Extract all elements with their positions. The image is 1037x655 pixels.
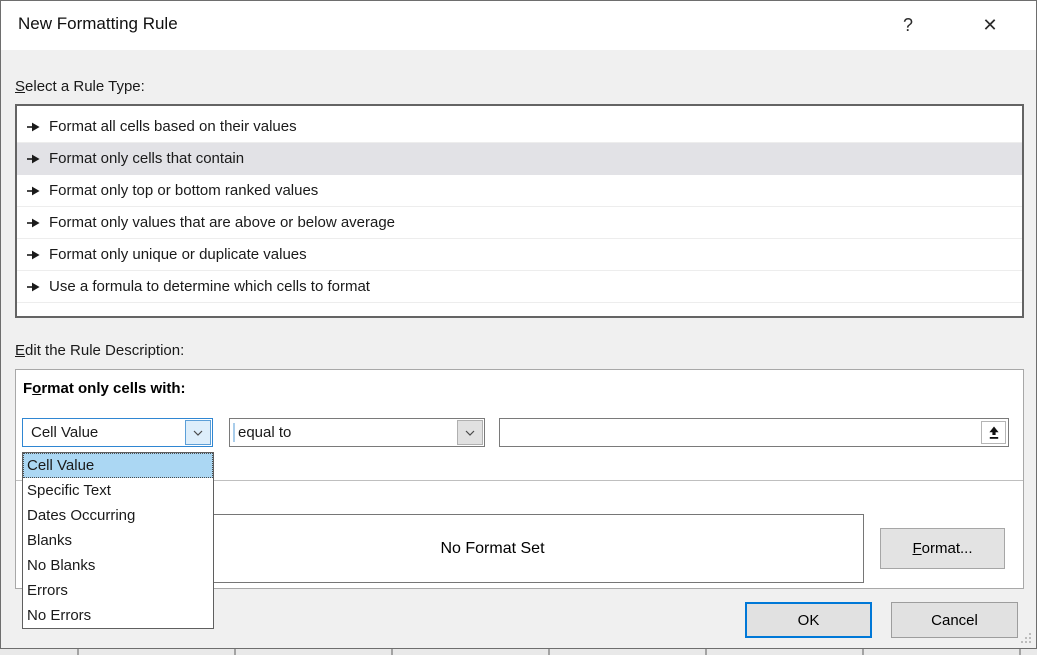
rule-type-label: Format only top or bottom ranked values [49,182,318,199]
dropdown-option[interactable]: Errors [23,578,213,603]
rule-type-item[interactable]: Format only values that are above or bel… [17,207,1022,239]
arrow-right-icon [27,122,41,132]
cancel-button[interactable]: Cancel [891,602,1018,638]
rule-type-label: Use a formula to determine which cells t… [49,278,370,295]
rule-type-list: Format all cells based on their values F… [15,104,1024,318]
rule-type-item[interactable]: Use a formula to determine which cells t… [17,271,1022,303]
worksheet-edge [0,649,1037,655]
arrow-right-icon [27,250,41,260]
rule-type-item[interactable]: Format only top or bottom ranked values [17,175,1022,207]
arrow-right-icon [27,186,41,196]
dropdown-option-selected[interactable]: Cell Value [23,453,213,478]
resize-grip[interactable] [1029,641,1031,643]
chevron-down-icon[interactable] [457,420,483,445]
dropdown-option[interactable]: No Errors [23,603,213,628]
cell-value-combobox-value: Cell Value [31,419,98,446]
format-button[interactable]: Format... [880,528,1005,569]
ok-button[interactable]: OK [745,602,872,638]
rule-value-input[interactable] [502,421,956,446]
rule-type-item[interactable]: Format only unique or duplicate values [17,239,1022,271]
select-rule-type-label: Select a Rule Type: [15,78,145,95]
format-preview: No Format Set [121,514,864,583]
rule-type-label: Format only cells that contain [49,150,244,167]
rule-type-item[interactable]: Format all cells based on their values [17,111,1022,143]
chevron-down-icon[interactable] [185,420,211,445]
operator-combobox-value: equal to [238,419,291,446]
dropdown-option[interactable]: Dates Occurring [23,503,213,528]
new-formatting-rule-dialog: New Formatting Rule ? ✕ Select a Rule Ty… [0,0,1037,649]
cell-value-dropdown-list: Cell Value Specific Text Dates Occurring… [22,452,214,629]
help-button[interactable]: ? [885,1,931,50]
arrow-right-icon [27,154,41,164]
dropdown-option[interactable]: Blanks [23,528,213,553]
close-button[interactable]: ✕ [967,1,1013,50]
arrow-right-icon [27,282,41,292]
dropdown-option[interactable]: Specific Text [23,478,213,503]
rule-type-item-selected[interactable]: Format only cells that contain [17,143,1022,175]
title-bar: New Formatting Rule ? ✕ [1,1,1036,50]
rule-type-label: Format only values that are above or bel… [49,214,395,231]
rule-value-field[interactable] [499,418,1009,447]
collapse-range-picker-icon[interactable] [981,421,1006,444]
operator-combobox[interactable]: equal to [229,418,485,447]
rule-type-label: Format only unique or duplicate values [49,246,307,263]
dropdown-option[interactable]: No Blanks [23,553,213,578]
arrow-right-icon [27,218,41,228]
rule-type-label: Format all cells based on their values [49,118,297,135]
dialog-title: New Formatting Rule [18,14,178,34]
cell-value-combobox[interactable]: Cell Value [22,418,213,447]
text-caret [233,423,235,442]
edit-rule-description-label: Edit the Rule Description: [15,342,184,359]
format-only-cells-with-label: Format only cells with: [23,380,186,397]
